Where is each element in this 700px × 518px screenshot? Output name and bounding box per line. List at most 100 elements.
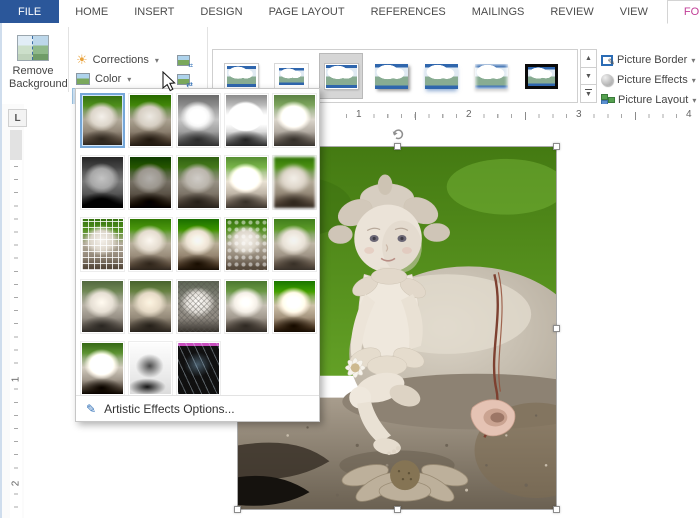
ribbon-tab[interactable]: VIEW bbox=[607, 0, 661, 23]
effect-preview bbox=[178, 343, 219, 394]
remove-background-button[interactable]: Remove Background bbox=[2, 25, 68, 99]
effect-preview bbox=[274, 219, 315, 270]
group-separator bbox=[207, 27, 208, 92]
style-preview-icon bbox=[424, 63, 458, 89]
artistic-effect-thumbnail[interactable] bbox=[80, 155, 125, 210]
window-left-edge bbox=[0, 23, 2, 518]
ruler-number: 1 bbox=[353, 109, 365, 120]
artistic-effect-thumbnail[interactable] bbox=[272, 93, 317, 148]
resize-handle-top-center[interactable] bbox=[394, 143, 401, 150]
effect-preview bbox=[82, 157, 123, 208]
tab-file[interactable]: FILE bbox=[0, 0, 60, 23]
ribbon-tab[interactable]: INSERT bbox=[121, 0, 187, 23]
artistic-effects-dropdown: ✎ Artistic Effects Options... bbox=[75, 88, 320, 422]
picture-style-thumbnail[interactable] bbox=[520, 54, 562, 98]
effect-preview bbox=[226, 281, 267, 332]
ruler-number: 3 bbox=[573, 109, 585, 120]
artistic-effect-thumbnail[interactable] bbox=[80, 341, 125, 396]
effects-options-label: Artistic Effects Options... bbox=[104, 401, 235, 416]
artistic-effect-thumbnail[interactable] bbox=[176, 341, 221, 396]
artistic-effect-thumbnail[interactable] bbox=[176, 93, 221, 148]
picture-style-thumbnail[interactable] bbox=[320, 54, 362, 98]
effect-preview bbox=[226, 219, 267, 270]
artistic-effect-thumbnail[interactable] bbox=[224, 93, 269, 148]
effect-preview bbox=[178, 157, 219, 208]
resize-handle-top-right[interactable] bbox=[553, 143, 560, 150]
artistic-effects-options-item[interactable]: ✎ Artistic Effects Options... bbox=[76, 395, 319, 421]
picture-border-button[interactable]: Picture Border bbox=[601, 51, 695, 69]
gallery-scroll-down-button[interactable]: ▼ bbox=[580, 66, 597, 86]
picture-effects-icon bbox=[601, 74, 613, 86]
artistic-effects-grid bbox=[80, 93, 317, 396]
ruler-number: 1 bbox=[10, 373, 22, 386]
ribbon-tab[interactable]: DESIGN bbox=[187, 0, 255, 23]
picture-style-thumbnail[interactable] bbox=[420, 54, 462, 98]
effect-preview bbox=[82, 219, 123, 270]
corrections-button[interactable]: Corrections bbox=[76, 51, 159, 69]
picture-border-icon bbox=[601, 54, 615, 68]
effect-preview bbox=[274, 157, 315, 208]
ribbon-tab[interactable]: PAGE LAYOUT bbox=[256, 0, 358, 23]
effect-preview bbox=[83, 96, 122, 145]
style-preview-icon bbox=[224, 63, 258, 89]
compress-pictures-button[interactable]: ⌗ bbox=[172, 50, 194, 70]
artistic-effect-thumbnail[interactable] bbox=[224, 155, 269, 210]
resize-handle-bottom-right[interactable] bbox=[553, 506, 560, 513]
artistic-effect-thumbnail[interactable] bbox=[128, 155, 173, 210]
tab-stop-selector[interactable]: L bbox=[8, 109, 27, 127]
picture-style-thumbnail[interactable] bbox=[370, 54, 412, 98]
picture-effects-label: Picture Effects bbox=[617, 74, 688, 86]
artistic-effect-thumbnail[interactable] bbox=[176, 155, 221, 210]
ribbon-tab[interactable]: REVIEW bbox=[537, 0, 606, 23]
effect-preview bbox=[130, 95, 171, 146]
effect-preview bbox=[178, 219, 219, 270]
artistic-effect-thumbnail[interactable] bbox=[272, 279, 317, 334]
effect-preview bbox=[130, 219, 171, 270]
effect-preview bbox=[178, 95, 219, 146]
vertical-ruler[interactable]: 123 bbox=[10, 130, 22, 518]
effect-preview bbox=[274, 95, 315, 146]
artistic-effect-thumbnail[interactable] bbox=[176, 279, 221, 334]
artistic-effect-thumbnail[interactable] bbox=[128, 93, 173, 148]
ribbon-tab[interactable]: MAILINGS bbox=[459, 0, 538, 23]
artistic-effect-thumbnail[interactable] bbox=[128, 341, 173, 396]
artistic-effect-thumbnail[interactable] bbox=[224, 217, 269, 272]
resize-handle-bottom-center[interactable] bbox=[394, 506, 401, 513]
gallery-scrollbar: ▲ ▼ ▼ bbox=[580, 49, 597, 104]
change-picture-button[interactable]: ⇄ bbox=[172, 69, 194, 89]
ruler-number: 2 bbox=[463, 109, 475, 120]
gallery-more-button[interactable]: ▼ bbox=[580, 84, 597, 104]
effect-preview bbox=[274, 281, 315, 332]
style-preview-icon bbox=[324, 63, 358, 89]
rotation-handle[interactable] bbox=[390, 126, 405, 141]
color-label: Color bbox=[95, 73, 122, 85]
picture-effects-button[interactable]: Picture Effects bbox=[601, 71, 696, 89]
artistic-effect-thumbnail[interactable] bbox=[272, 217, 317, 272]
artistic-effect-thumbnail[interactable] bbox=[176, 217, 221, 272]
style-preview-icon bbox=[274, 63, 308, 89]
effect-preview bbox=[130, 157, 171, 208]
corrections-sun-icon bbox=[76, 53, 88, 67]
color-button[interactable]: Color bbox=[76, 70, 131, 88]
gallery-scroll-up-button[interactable]: ▲ bbox=[580, 49, 597, 68]
artistic-effect-thumbnail[interactable] bbox=[128, 217, 173, 272]
resize-handle-bottom-left[interactable] bbox=[234, 506, 241, 513]
effect-preview bbox=[226, 157, 267, 208]
artistic-effect-thumbnail[interactable] bbox=[80, 279, 125, 334]
artistic-effect-thumbnail[interactable] bbox=[80, 93, 125, 148]
group-separator bbox=[68, 27, 69, 92]
tab-list: HOME INSERT DESIGN PAGE LAYOUT REFERENCES MAI… bbox=[62, 0, 700, 24]
ribbon-tab-bar: FILE HOME INSERT DESIGN PAGE LAYOUT REFERENC… bbox=[0, 0, 700, 24]
ruler-number: 4 bbox=[683, 109, 695, 120]
effect-preview bbox=[130, 343, 171, 394]
effect-preview bbox=[226, 95, 267, 146]
artistic-effect-thumbnail[interactable] bbox=[128, 279, 173, 334]
resize-handle-middle-right[interactable] bbox=[553, 325, 560, 332]
ribbon-tab[interactable]: REFERENCES bbox=[358, 0, 459, 23]
artistic-effect-thumbnail[interactable] bbox=[272, 155, 317, 210]
picture-style-thumbnail[interactable] bbox=[470, 54, 512, 98]
ribbon-tab[interactable]: HOME bbox=[62, 0, 121, 23]
ribbon-tab[interactable]: FORMAT bbox=[666, 0, 700, 24]
artistic-effect-thumbnail[interactable] bbox=[80, 217, 125, 272]
artistic-effect-thumbnail[interactable] bbox=[224, 279, 269, 334]
